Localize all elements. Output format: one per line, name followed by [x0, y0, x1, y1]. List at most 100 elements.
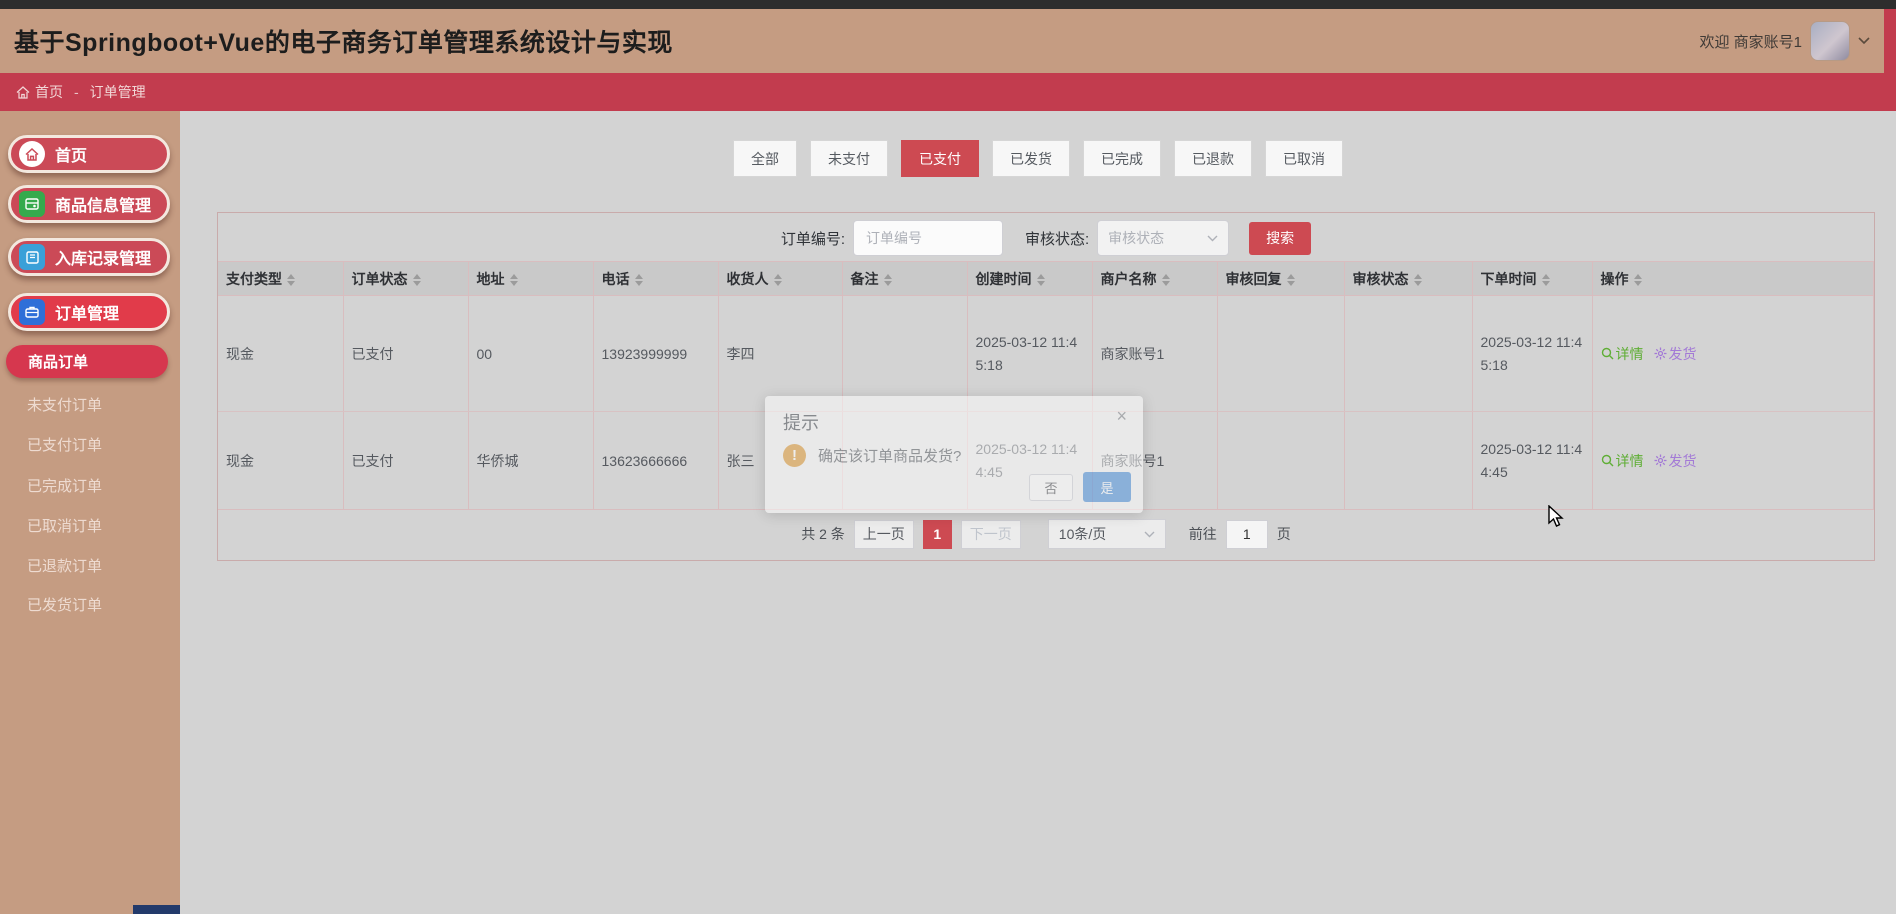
col-pay-type[interactable]: 支付类型 [218, 262, 343, 296]
sort-icon[interactable] [287, 274, 295, 286]
home-icon [19, 141, 45, 167]
search-bar: 订单编号: 审核状态: 审核状态 搜索 [218, 218, 1874, 258]
order-no-label: 订单编号: [781, 228, 845, 249]
submenu-item-label: 已完成订单 [27, 478, 102, 495]
sort-icon[interactable] [510, 274, 518, 286]
page-size-select[interactable]: 10条/页 [1048, 519, 1166, 549]
sort-icon[interactable] [635, 274, 643, 286]
col-audit-status[interactable]: 审核状态 [1344, 262, 1472, 296]
tab-paid[interactable]: 已支付 [901, 140, 979, 177]
cell-address: 00 [468, 296, 593, 412]
goto-page-input[interactable] [1226, 520, 1268, 549]
tab-cancelled[interactable]: 已取消 [1265, 140, 1343, 177]
audit-status-select-value: 审核状态 [1108, 228, 1164, 248]
col-actions[interactable]: 操作 [1592, 262, 1874, 296]
sidebar-item-label: 入库记录管理 [55, 245, 151, 269]
home-icon [16, 86, 30, 99]
magnifier-icon [1601, 454, 1614, 467]
avatar[interactable] [1810, 21, 1850, 61]
gear-icon [1654, 347, 1667, 360]
sidebar-item-completed-orders[interactable]: 已完成订单 [0, 475, 180, 497]
order-icon [19, 299, 45, 325]
sort-icon[interactable] [1162, 274, 1170, 286]
dialog-confirm-button[interactable]: 是 [1083, 472, 1131, 502]
col-merchant[interactable]: 商户名称 [1092, 262, 1217, 296]
sort-icon[interactable] [1542, 274, 1550, 286]
cell-audit-status [1344, 412, 1472, 510]
cell-create-time: 2025-03-12 11:45:18 [967, 296, 1092, 412]
col-audit-reply[interactable]: 审核回复 [1217, 262, 1344, 296]
detail-link[interactable]: 详情 [1601, 344, 1644, 364]
col-receiver[interactable]: 收货人 [718, 262, 842, 296]
ship-link[interactable]: 发货 [1654, 344, 1697, 364]
sort-icon[interactable] [884, 274, 892, 286]
sort-icon[interactable] [1634, 274, 1642, 286]
sidebar-item-label: 首页 [55, 142, 87, 166]
sidebar-item-goods-management[interactable]: 商品信息管理 [8, 185, 170, 223]
cell-remark [842, 296, 967, 412]
cell-pay-type: 现金 [218, 412, 343, 510]
sidebar-item-label: 订单管理 [55, 300, 119, 324]
sidebar-submenu-goods-orders[interactable]: 商品订单 [6, 345, 168, 378]
sidebar-item-label: 商品信息管理 [55, 192, 151, 216]
sidebar-item-home[interactable]: 首页 [8, 135, 170, 173]
col-phone[interactable]: 电话 [593, 262, 718, 296]
audit-status-select[interactable]: 审核状态 [1097, 220, 1229, 256]
browser-top-bar [0, 0, 1896, 9]
dialog-message: 确定该订单商品发货? [818, 445, 961, 466]
sidebar-item-unpaid-orders[interactable]: 未支付订单 [0, 394, 180, 416]
sidebar-item-cancelled-orders[interactable]: 已取消订单 [0, 515, 180, 537]
dialog-title: 提示 [783, 409, 819, 435]
warning-icon: ! [783, 444, 806, 467]
sidebar-item-paid-orders[interactable]: 已支付订单 [0, 434, 180, 456]
breadcrumb-home[interactable]: 首页 [35, 82, 63, 102]
tab-completed[interactable]: 已完成 [1083, 140, 1161, 177]
submenu-item-label: 已取消订单 [27, 518, 102, 535]
dialog-cancel-button[interactable]: 否 [1029, 474, 1073, 501]
search-button[interactable]: 搜索 [1249, 222, 1311, 255]
sort-icon[interactable] [1414, 274, 1422, 286]
col-address[interactable]: 地址 [468, 262, 593, 296]
table-row: 现金 已支付 00 13923999999 李四 2025-03-12 11:4… [218, 296, 1874, 412]
page-number-1[interactable]: 1 [923, 520, 952, 549]
order-no-input[interactable] [853, 220, 1003, 256]
sort-icon[interactable] [774, 274, 782, 286]
cell-order-status: 已支付 [343, 412, 468, 510]
confirm-ship-dialog: 提示 × ! 确定该订单商品发货? 否 是 [765, 396, 1143, 513]
tab-all[interactable]: 全部 [733, 140, 797, 177]
tab-shipped[interactable]: 已发货 [992, 140, 1070, 177]
cell-audit-reply [1217, 412, 1344, 510]
sort-icon[interactable] [413, 274, 421, 286]
cell-actions: 详情发货 [1592, 412, 1874, 510]
tab-refunded[interactable]: 已退款 [1174, 140, 1252, 177]
prev-page-button[interactable]: 上一页 [854, 520, 914, 549]
page-size-value: 10条/页 [1059, 524, 1106, 544]
col-order-time[interactable]: 下单时间 [1472, 262, 1592, 296]
close-icon[interactable]: × [1116, 406, 1127, 427]
cell-order-time: 2025-03-12 11:45:18 [1472, 296, 1592, 412]
sidebar-item-order-management[interactable]: 订单管理 [8, 293, 170, 331]
detail-link[interactable]: 详情 [1601, 451, 1644, 471]
ship-link[interactable]: 发货 [1654, 451, 1697, 471]
user-area[interactable]: 欢迎 商家账号1 [1699, 9, 1870, 73]
col-create-time[interactable]: 创建时间 [967, 262, 1092, 296]
next-page-button[interactable]: 下一页 [961, 520, 1021, 549]
inbound-icon [19, 244, 45, 270]
col-remark[interactable]: 备注 [842, 262, 967, 296]
sidebar-item-shipped-orders[interactable]: 已发货订单 [0, 594, 180, 616]
tab-unpaid[interactable]: 未支付 [810, 140, 888, 177]
submenu-item-label: 已发货订单 [27, 597, 102, 614]
goods-icon [19, 191, 45, 217]
cell-order-status: 已支付 [343, 296, 468, 412]
sort-icon[interactable] [1287, 274, 1295, 286]
submenu-item-label: 未支付订单 [27, 397, 102, 414]
col-order-status[interactable]: 订单状态 [343, 262, 468, 296]
cell-pay-type: 现金 [218, 296, 343, 412]
sort-icon[interactable] [1037, 274, 1045, 286]
sidebar-item-refunded-orders[interactable]: 已退款订单 [0, 555, 180, 577]
cell-receiver: 李四 [718, 296, 842, 412]
audit-status-label: 审核状态: [1025, 228, 1089, 249]
chevron-down-icon [1144, 531, 1155, 538]
sidebar-item-inbound-records[interactable]: 入库记录管理 [8, 238, 170, 276]
cell-merchant: 商家账号1 [1092, 296, 1217, 412]
